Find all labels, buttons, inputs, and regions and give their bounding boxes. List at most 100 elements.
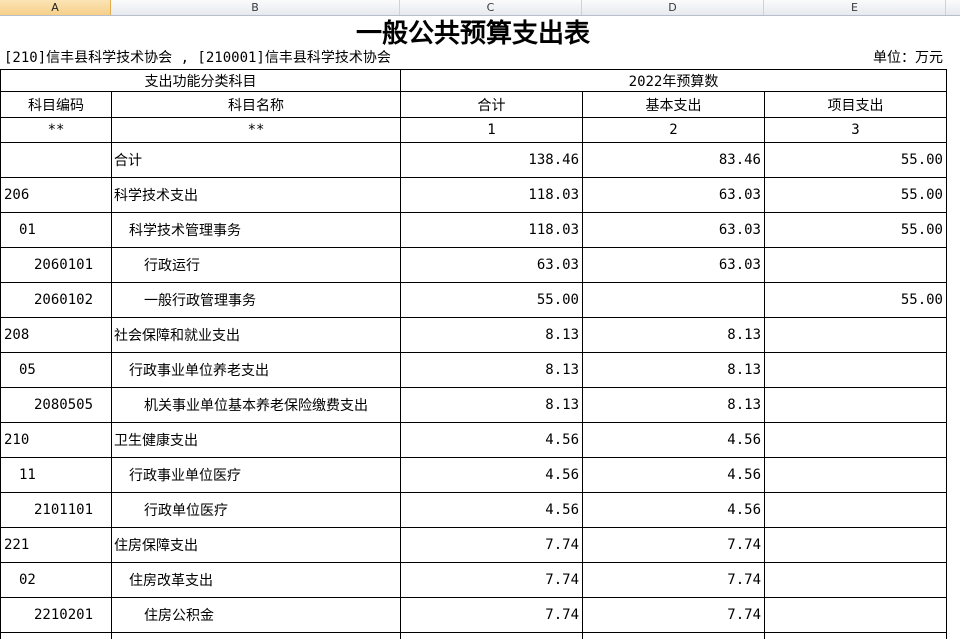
table-row: 2210201 住房公积金 7.74 7.74 xyxy=(0,598,947,633)
cell-total[interactable]: 118.03 xyxy=(401,178,583,212)
cell-subject-code[interactable] xyxy=(0,143,112,177)
cell-project[interactable] xyxy=(765,598,947,632)
cell-subject-code[interactable]: 2060101 xyxy=(0,248,112,282)
cell-project[interactable] xyxy=(765,528,947,562)
cell-subject-name[interactable]: 科学技术支出 xyxy=(112,178,401,212)
cell-basic[interactable]: 7.74 xyxy=(583,528,765,562)
cell-basic[interactable]: 8.13 xyxy=(583,353,765,387)
cell-empty[interactable] xyxy=(583,633,765,639)
cell-total[interactable]: 7.74 xyxy=(401,528,583,562)
header-budget-year[interactable]: 2022年预算数 xyxy=(401,70,947,91)
header-project[interactable]: 项目支出 xyxy=(765,92,947,117)
cell-basic[interactable]: 4.56 xyxy=(583,493,765,527)
cell-total[interactable]: 138.46 xyxy=(401,143,583,177)
cell-total[interactable]: 4.56 xyxy=(401,458,583,492)
cell-empty[interactable] xyxy=(0,633,112,639)
cell-subject-name[interactable]: 卫生健康支出 xyxy=(112,423,401,457)
cell-subject-code[interactable]: 2210201 xyxy=(0,598,112,632)
cell-total[interactable]: 4.56 xyxy=(401,493,583,527)
column-header-a[interactable]: A xyxy=(0,0,111,15)
cell-basic[interactable]: 4.56 xyxy=(583,423,765,457)
cell-subject-name[interactable]: 合计 xyxy=(112,143,401,177)
cell-empty[interactable] xyxy=(401,633,583,639)
cell-total[interactable]: 63.03 xyxy=(401,248,583,282)
cell-subject-code[interactable]: 210 xyxy=(0,423,112,457)
cell-project[interactable]: 55.00 xyxy=(765,178,947,212)
column-header-next[interactable] xyxy=(946,0,960,15)
cell-empty[interactable] xyxy=(765,633,947,639)
table-row: 02 住房改革支出 7.74 7.74 xyxy=(0,563,947,598)
cell-basic[interactable]: 4.56 xyxy=(583,458,765,492)
cell-subject-code[interactable]: 2080505 xyxy=(0,388,112,422)
cell-basic[interactable]: 63.03 xyxy=(583,178,765,212)
column-header-d[interactable]: D xyxy=(582,0,764,15)
cell-project[interactable] xyxy=(765,388,947,422)
organization-line[interactable]: [210]信丰县科学技术协会 , [210001]信丰县科学技术协会 xyxy=(0,48,700,66)
cell-project[interactable] xyxy=(765,563,947,597)
cell-subject-name[interactable]: 科学技术管理事务 xyxy=(112,213,401,247)
cell-subject-code[interactable]: 221 xyxy=(0,528,112,562)
table-row: 2101101 行政单位医疗 4.56 4.56 xyxy=(0,493,947,528)
cell-project[interactable]: 55.00 xyxy=(765,213,947,247)
cell-project[interactable] xyxy=(765,458,947,492)
cell-total[interactable]: 8.13 xyxy=(401,353,583,387)
cell-project[interactable]: 55.00 xyxy=(765,283,947,317)
cell-total[interactable]: 4.56 xyxy=(401,423,583,457)
cell-total[interactable]: 55.00 xyxy=(401,283,583,317)
header-subject-name[interactable]: 科目名称 xyxy=(112,92,401,117)
index-cell[interactable]: ** xyxy=(112,118,401,142)
cell-empty[interactable] xyxy=(112,633,401,639)
cell-basic[interactable]: 7.74 xyxy=(583,563,765,597)
cell-subject-name[interactable]: 住房改革支出 xyxy=(112,563,401,597)
cell-subject-code[interactable]: 11 xyxy=(0,458,112,492)
cell-subject-name[interactable]: 行政单位医疗 xyxy=(112,493,401,527)
index-cell[interactable]: 2 xyxy=(583,118,765,142)
cell-total[interactable]: 7.74 xyxy=(401,598,583,632)
cell-subject-name[interactable]: 社会保障和就业支出 xyxy=(112,318,401,352)
index-cell[interactable]: ** xyxy=(0,118,112,142)
cell-basic[interactable]: 8.13 xyxy=(583,318,765,352)
table-row: 210 卫生健康支出 4.56 4.56 xyxy=(0,423,947,458)
header-total[interactable]: 合计 xyxy=(401,92,583,117)
table-header-group-row: 支出功能分类科目 2022年预算数 xyxy=(0,70,947,92)
column-header-e[interactable]: E xyxy=(764,0,946,15)
cell-subject-code[interactable]: 05 xyxy=(0,353,112,387)
header-subject-code[interactable]: 科目编码 xyxy=(0,92,112,117)
cell-subject-code[interactable]: 01 xyxy=(0,213,112,247)
cell-project[interactable] xyxy=(765,318,947,352)
cell-subject-name[interactable]: 行政运行 xyxy=(112,248,401,282)
cell-project[interactable] xyxy=(765,493,947,527)
cell-total[interactable]: 8.13 xyxy=(401,318,583,352)
cell-project[interactable] xyxy=(765,353,947,387)
cell-project[interactable]: 55.00 xyxy=(765,143,947,177)
cell-basic[interactable]: 7.74 xyxy=(583,598,765,632)
cell-subject-code[interactable]: 2060102 xyxy=(0,283,112,317)
cell-subject-name[interactable]: 行政事业单位医疗 xyxy=(112,458,401,492)
cell-basic[interactable]: 63.03 xyxy=(583,213,765,247)
index-cell[interactable]: 1 xyxy=(401,118,583,142)
cell-basic[interactable]: 8.13 xyxy=(583,388,765,422)
cell-project[interactable] xyxy=(765,423,947,457)
header-basic[interactable]: 基本支出 xyxy=(583,92,765,117)
cell-subject-name[interactable]: 住房保障支出 xyxy=(112,528,401,562)
sheet-title[interactable]: 一般公共预算支出表 xyxy=(0,16,946,49)
cell-basic[interactable]: 63.03 xyxy=(583,248,765,282)
cell-basic[interactable] xyxy=(583,283,765,317)
index-cell[interactable]: 3 xyxy=(765,118,947,142)
cell-subject-name[interactable]: 一般行政管理事务 xyxy=(112,283,401,317)
cell-subject-code[interactable]: 2101101 xyxy=(0,493,112,527)
cell-total[interactable]: 8.13 xyxy=(401,388,583,422)
header-function-classification[interactable]: 支出功能分类科目 xyxy=(0,70,401,91)
cell-subject-code[interactable]: 02 xyxy=(0,563,112,597)
cell-subject-code[interactable]: 208 xyxy=(0,318,112,352)
unit-label[interactable]: 单位：万元 xyxy=(700,48,946,66)
cell-basic[interactable]: 83.46 xyxy=(583,143,765,177)
cell-total[interactable]: 118.03 xyxy=(401,213,583,247)
cell-subject-name[interactable]: 机关事业单位基本养老保险缴费支出 xyxy=(112,388,401,422)
cell-total[interactable]: 7.74 xyxy=(401,563,583,597)
cell-subject-code[interactable]: 206 xyxy=(0,178,112,212)
budget-table: 支出功能分类科目 2022年预算数 科目编码 科目名称 合计 基本支出 项目支出… xyxy=(0,69,947,639)
cell-subject-name[interactable]: 住房公积金 xyxy=(112,598,401,632)
cell-subject-name[interactable]: 行政事业单位养老支出 xyxy=(112,353,401,387)
cell-project[interactable] xyxy=(765,248,947,282)
